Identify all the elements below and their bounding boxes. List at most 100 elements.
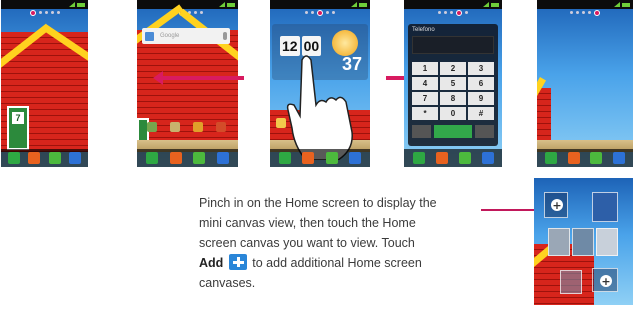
dial-key[interactable]: 8	[440, 92, 466, 105]
messaging-icon[interactable]	[48, 152, 61, 164]
dialer-number-field[interactable]	[412, 36, 494, 54]
page-indicator	[404, 10, 502, 16]
page-indicator	[537, 10, 633, 16]
page-indicator	[1, 10, 88, 16]
battery-icon	[491, 2, 499, 7]
page-indicator	[270, 10, 370, 16]
call-button[interactable]	[434, 125, 472, 138]
mini-canvas[interactable]	[592, 192, 618, 222]
dial-key[interactable]: 9	[468, 92, 494, 105]
applications-icon[interactable]	[612, 152, 625, 164]
battery-icon	[359, 2, 367, 7]
google-logo-icon	[145, 31, 154, 41]
battery-icon	[77, 2, 85, 7]
delete-button[interactable]	[475, 125, 494, 138]
signal-icon	[614, 2, 620, 7]
search-field[interactable]: Google	[160, 33, 223, 39]
dock	[137, 149, 238, 167]
messaging-icon[interactable]	[193, 152, 206, 164]
instruction-line: mini canvas view, then touch the Home	[199, 216, 416, 230]
mini-canvas-add-slot[interactable]: +	[544, 192, 568, 218]
dial-key[interactable]: 6	[468, 77, 494, 90]
add-canvas-icon[interactable]: +	[551, 199, 563, 211]
messaging-icon[interactable]	[458, 152, 471, 164]
status-bar	[270, 0, 370, 9]
google-search-widget[interactable]: Google	[142, 28, 230, 44]
instruction-line: canvases.	[199, 276, 256, 290]
dial-key[interactable]: 2	[440, 62, 466, 75]
dial-key[interactable]: *	[412, 107, 438, 120]
app-icon[interactable]	[147, 122, 157, 132]
dialer-actions	[412, 125, 494, 138]
add-canvas-icon[interactable]: +	[600, 275, 612, 287]
contacts-icon[interactable]	[169, 152, 182, 164]
phone-icon[interactable]	[278, 152, 291, 164]
dock	[1, 149, 88, 167]
dial-key[interactable]: 5	[440, 77, 466, 90]
instruction-line: screen canvas you want to view. Touch	[199, 236, 415, 250]
voicemail-button[interactable]	[412, 125, 431, 138]
status-bar	[404, 0, 502, 9]
status-bar	[1, 0, 88, 9]
dock	[270, 149, 370, 167]
door-number: 7	[12, 112, 24, 124]
home-screen-canvas-1[interactable]: 7	[1, 0, 88, 167]
phone-icon[interactable]	[145, 152, 158, 164]
mini-canvas-add-slot[interactable]: +	[592, 268, 618, 292]
status-bar	[137, 0, 238, 9]
mini-canvas[interactable]	[560, 270, 582, 294]
app-icon[interactable]	[193, 122, 203, 132]
signal-icon	[219, 2, 225, 7]
contacts-icon[interactable]	[28, 152, 41, 164]
contacts-icon[interactable]	[567, 152, 580, 164]
swipe-left-arrow	[153, 71, 244, 85]
mini-canvas-view[interactable]: + +	[534, 178, 633, 305]
contacts-icon[interactable]	[302, 152, 315, 164]
contacts-icon[interactable]	[435, 152, 448, 164]
add-plus-icon	[228, 254, 247, 270]
applications-icon[interactable]	[349, 152, 362, 164]
dock	[537, 149, 633, 167]
home-screen-canvas-3[interactable]: 12 00 37	[270, 0, 370, 167]
dock	[404, 149, 502, 167]
dial-key[interactable]: 1	[412, 62, 438, 75]
microphone-icon[interactable]	[223, 32, 227, 40]
dial-key[interactable]: #	[468, 107, 494, 120]
mini-canvas[interactable]	[572, 228, 594, 256]
dialpad: 1 2 3 4 5 6 7 8 9 * 0 #	[412, 62, 494, 120]
home-screen-canvas-5[interactable]	[537, 0, 633, 167]
signal-icon	[483, 2, 489, 7]
mini-canvas[interactable]	[548, 228, 570, 256]
dialer-widget[interactable]: Telefono 1 2 3 4 5 6 7 8 9 * 0 #	[408, 24, 498, 146]
applications-icon[interactable]	[481, 152, 494, 164]
add-label: Add	[199, 256, 224, 270]
status-bar	[537, 0, 633, 9]
mini-canvas[interactable]	[596, 228, 618, 256]
app-icon[interactable]	[170, 122, 180, 132]
dial-key[interactable]: 0	[440, 107, 466, 120]
dial-key[interactable]: 7	[412, 92, 438, 105]
messaging-icon[interactable]	[325, 152, 338, 164]
barn-door: 7	[7, 106, 29, 150]
dial-key[interactable]: 4	[412, 77, 438, 90]
battery-icon	[622, 2, 630, 7]
app-icon[interactable]	[216, 122, 226, 132]
applications-icon[interactable]	[68, 152, 81, 164]
instruction-line: Add to add additional Home screen	[199, 253, 479, 273]
messaging-icon[interactable]	[590, 152, 603, 164]
dial-key[interactable]: 3	[468, 62, 494, 75]
instruction-line: Pinch in on the Home screen to display t…	[199, 196, 437, 210]
instruction-text: Pinch in on the Home screen to display t…	[199, 193, 479, 293]
applications-icon[interactable]	[217, 152, 230, 164]
instruction-line-rest: to add additional Home screen	[248, 256, 422, 270]
battery-icon	[227, 2, 235, 7]
phone-icon[interactable]	[545, 152, 558, 164]
phone-icon[interactable]	[8, 152, 21, 164]
signal-icon	[69, 2, 75, 7]
pointing-hand-icon	[286, 55, 353, 160]
dialer-title: Telefono	[412, 27, 435, 33]
app-icon[interactable]	[276, 118, 286, 128]
phone-icon[interactable]	[412, 152, 425, 164]
signal-icon	[351, 2, 357, 7]
home-screen-canvas-4[interactable]: Telefono 1 2 3 4 5 6 7 8 9 * 0 #	[404, 0, 502, 167]
